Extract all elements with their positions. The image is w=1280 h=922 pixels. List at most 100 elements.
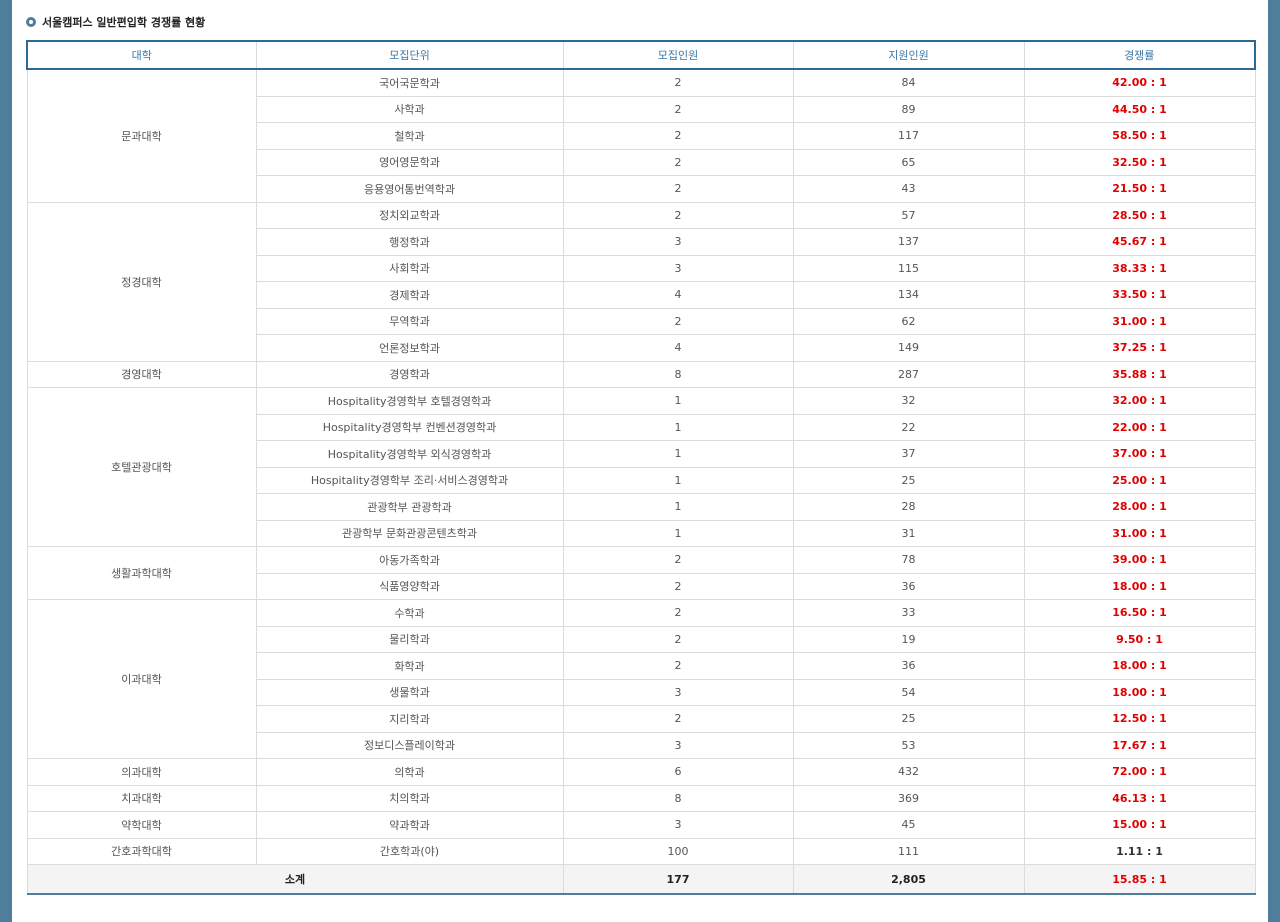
rate-cell: 28.50 : 1 bbox=[1023, 201, 1256, 229]
rate-cell: 32.50 : 1 bbox=[1023, 148, 1256, 176]
total-quota: 177 bbox=[562, 864, 794, 895]
department-cell: 물리학과 bbox=[255, 625, 564, 653]
quota-cell: 100 bbox=[562, 837, 794, 865]
department-cell: 행정학과 bbox=[255, 228, 564, 256]
applicants-cell: 31 bbox=[792, 519, 1025, 547]
department-cell: 관광학부 문화관광콘텐츠학과 bbox=[255, 519, 564, 547]
applicants-cell: 19 bbox=[792, 625, 1025, 653]
department-cell: 사회학과 bbox=[255, 254, 564, 282]
quota-cell: 2 bbox=[562, 705, 794, 733]
department-cell: 응용영어통번역학과 bbox=[255, 175, 564, 203]
rate-cell: 16.50 : 1 bbox=[1023, 599, 1256, 627]
header-department: 모집단위 bbox=[255, 40, 564, 70]
rate-cell: 15.00 : 1 bbox=[1023, 811, 1256, 839]
quota-cell: 3 bbox=[562, 811, 794, 839]
rate-cell: 17.67 : 1 bbox=[1023, 731, 1256, 759]
rate-cell: 44.50 : 1 bbox=[1023, 95, 1256, 123]
department-cell: 사학과 bbox=[255, 95, 564, 123]
quota-cell: 2 bbox=[562, 95, 794, 123]
college-cell: 이과대학 bbox=[26, 599, 257, 759]
table-row: 호텔관광대학 Hospitality경영학부 호텔경영학과 1 32 32.00 : 1 bbox=[26, 387, 1256, 547]
total-applicants: 2,805 bbox=[792, 864, 1025, 895]
department-cell: 식품영양학과 bbox=[255, 572, 564, 600]
applicants-cell: 37 bbox=[792, 440, 1025, 468]
rate-cell: 37.00 : 1 bbox=[1023, 440, 1256, 468]
quota-cell: 8 bbox=[562, 784, 794, 812]
quota-cell: 2 bbox=[562, 122, 794, 150]
college-cell: 문과대학 bbox=[26, 68, 257, 203]
college-cell: 정경대학 bbox=[26, 201, 257, 362]
quota-cell: 1 bbox=[562, 387, 794, 415]
applicants-cell: 65 bbox=[792, 148, 1025, 176]
applicants-cell: 62 bbox=[792, 307, 1025, 335]
table-row: 문과대학 국어국문학과 2 84 42.00 : 1 bbox=[26, 68, 1256, 203]
competition-rate-table: 대학 모집단위 모집인원 지원인원 경쟁률 문과대학 국어국문학과 2 84 42.00… bbox=[26, 40, 1256, 895]
department-cell: 약과학과 bbox=[255, 811, 564, 839]
quota-cell: 2 bbox=[562, 175, 794, 203]
department-cell: 수학과 bbox=[255, 599, 564, 627]
table-row: 의과대학 의학과 6 432 72.00 : 1 bbox=[26, 758, 1256, 786]
quota-cell: 2 bbox=[562, 201, 794, 229]
header-rate: 경쟁률 bbox=[1023, 40, 1256, 70]
college-cell: 경영대학 bbox=[26, 360, 257, 388]
college-cell: 약학대학 bbox=[26, 811, 257, 839]
quota-cell: 2 bbox=[562, 599, 794, 627]
quota-cell: 2 bbox=[562, 307, 794, 335]
department-cell: Hospitality경영학부 외식경영학과 bbox=[255, 440, 564, 468]
rate-cell: 21.50 : 1 bbox=[1023, 175, 1256, 203]
department-cell: 경제학과 bbox=[255, 281, 564, 309]
quota-cell: 1 bbox=[562, 493, 794, 521]
rate-cell: 33.50 : 1 bbox=[1023, 281, 1256, 309]
rate-cell: 45.67 : 1 bbox=[1023, 228, 1256, 256]
quota-cell: 1 bbox=[562, 466, 794, 494]
department-cell: 생물학과 bbox=[255, 678, 564, 706]
applicants-cell: 32 bbox=[792, 387, 1025, 415]
rate-cell: 9.50 : 1 bbox=[1023, 625, 1256, 653]
department-cell: 간호학과(야) bbox=[255, 837, 564, 865]
rate-cell: 12.50 : 1 bbox=[1023, 705, 1256, 733]
applicants-cell: 57 bbox=[792, 201, 1025, 229]
rate-cell: 39.00 : 1 bbox=[1023, 546, 1256, 574]
rate-cell: 31.00 : 1 bbox=[1023, 519, 1256, 547]
applicants-cell: 149 bbox=[792, 334, 1025, 362]
applicants-cell: 369 bbox=[792, 784, 1025, 812]
section-heading: 서울캠퍼스 일반편입학 경쟁률 현황 bbox=[26, 13, 205, 31]
table-header-row: 대학 모집단위 모집인원 지원인원 경쟁률 bbox=[26, 40, 1256, 70]
rate-cell: 1.11 : 1 bbox=[1023, 837, 1256, 865]
quota-cell: 2 bbox=[562, 572, 794, 600]
rate-cell: 18.00 : 1 bbox=[1023, 678, 1256, 706]
header-college: 대학 bbox=[26, 40, 257, 70]
rate-cell: 58.50 : 1 bbox=[1023, 122, 1256, 150]
applicants-cell: 117 bbox=[792, 122, 1025, 150]
quota-cell: 6 bbox=[562, 758, 794, 786]
table-body: 문과대학 국어국문학과 2 84 42.00 : 1 사학과 2 89 44.50 : 1 철학과… bbox=[26, 68, 1256, 865]
quota-cell: 1 bbox=[562, 440, 794, 468]
department-cell: 경영학과 bbox=[255, 360, 564, 388]
department-cell: 의학과 bbox=[255, 758, 564, 786]
quota-cell: 3 bbox=[562, 254, 794, 282]
table-row: 생활과학대학 아동가족학과 2 78 39.00 : 1 bbox=[26, 546, 1256, 600]
applicants-cell: 115 bbox=[792, 254, 1025, 282]
applicants-cell: 33 bbox=[792, 599, 1025, 627]
quota-cell: 3 bbox=[562, 731, 794, 759]
rate-cell: 35.88 : 1 bbox=[1023, 360, 1256, 388]
applicants-cell: 28 bbox=[792, 493, 1025, 521]
department-cell: 정보디스플레이학과 bbox=[255, 731, 564, 759]
college-cell: 생활과학대학 bbox=[26, 546, 257, 600]
section-title: 서울캠퍼스 일반편입학 경쟁률 현황 bbox=[42, 16, 206, 29]
rate-cell: 28.00 : 1 bbox=[1023, 493, 1256, 521]
department-cell: 무역학과 bbox=[255, 307, 564, 335]
applicants-cell: 25 bbox=[792, 466, 1025, 494]
quota-cell: 1 bbox=[562, 519, 794, 547]
applicants-cell: 54 bbox=[792, 678, 1025, 706]
rate-cell: 22.00 : 1 bbox=[1023, 413, 1256, 441]
table-row: 약학대학 약과학과 3 45 15.00 : 1 bbox=[26, 811, 1256, 839]
header-quota: 모집인원 bbox=[562, 40, 794, 70]
circle-bullet-icon bbox=[26, 17, 36, 27]
total-rate: 15.85 : 1 bbox=[1023, 864, 1256, 895]
quota-cell: 3 bbox=[562, 228, 794, 256]
table-row: 간호과학대학 간호학과(야) 100 111 1.11 : 1 bbox=[26, 837, 1256, 865]
applicants-cell: 89 bbox=[792, 95, 1025, 123]
department-cell: 지리학과 bbox=[255, 705, 564, 733]
table-row: 치과대학 치의학과 8 369 46.13 : 1 bbox=[26, 784, 1256, 812]
